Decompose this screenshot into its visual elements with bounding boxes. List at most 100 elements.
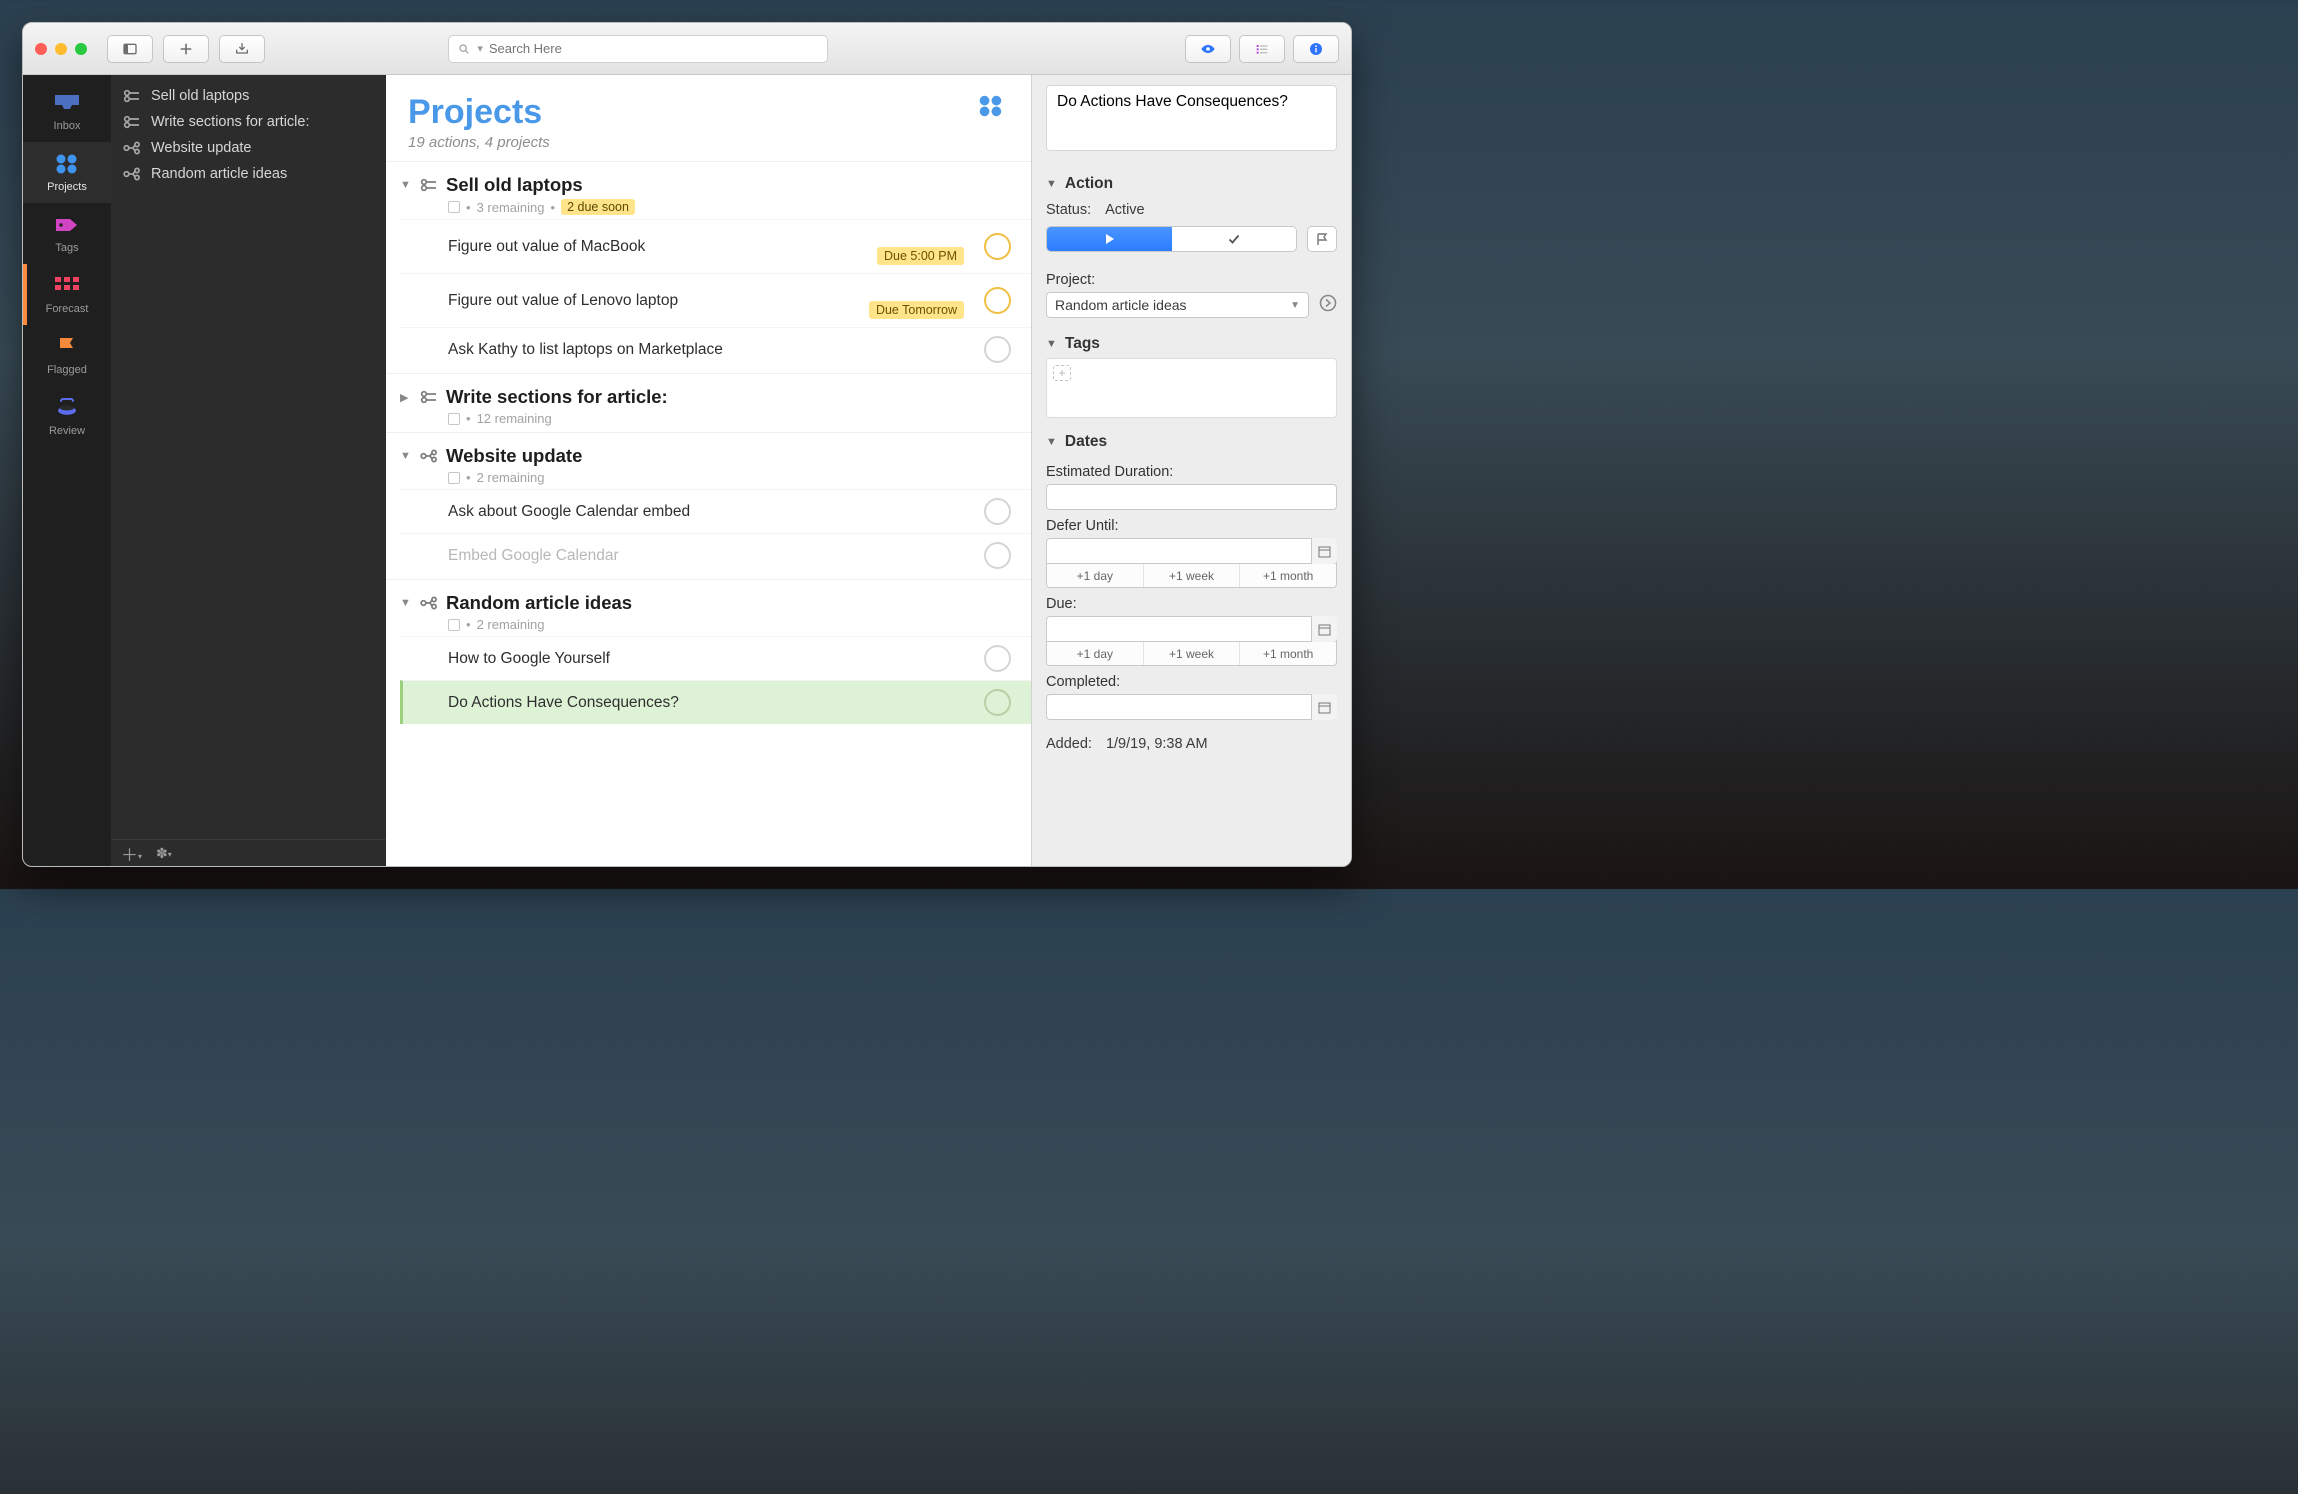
due-date-field[interactable] [1046,616,1337,642]
view-button[interactable] [1185,35,1231,63]
group-header[interactable]: ▶ Write sections for article: [400,382,1031,408]
search-field[interactable]: ▾ [448,35,828,63]
due-plus-1-month[interactable]: +1 month [1239,642,1336,665]
toggle-sidebar-button[interactable] [107,35,153,63]
disclosure-triangle-icon[interactable]: ▼ [400,450,412,462]
group-header[interactable]: ▼ Random article ideas [400,588,1031,614]
project-group: ▼ Random article ideas • 2 remaining How… [386,579,1031,726]
defer-plus-1-day[interactable]: +1 day [1047,564,1143,587]
section-tags[interactable]: ▼Tags [1046,330,1337,358]
nav-label: Review [23,425,111,437]
sidebar-project-row[interactable]: Website update [111,135,386,161]
sidebar-project-row[interactable]: Random article ideas [111,161,386,187]
outline[interactable]: ▼ Sell old laptops • 3 remaining • 2 due… [386,161,1031,866]
note-icon[interactable] [448,201,460,213]
quick-entry-button[interactable] [219,35,265,63]
chevron-down-icon: ▼ [1046,178,1057,190]
status-circle[interactable] [984,287,1011,314]
task-row[interactable]: Figure out value of MacBook Due 5:00 PM [400,219,1031,273]
nav-tags[interactable]: Tags [23,203,111,264]
minimize-window-button[interactable] [55,43,67,55]
status-active-button[interactable] [1047,227,1172,251]
nav-label: Inbox [23,120,111,132]
search-dropdown-icon[interactable]: ▾ [477,42,483,55]
info-icon [1308,41,1324,57]
check-icon [1227,232,1241,246]
added-label: Added: [1046,736,1092,752]
projects-icon [23,153,111,175]
add-menu-button[interactable]: ＋▾ [121,841,142,866]
defer-plus-1-week[interactable]: +1 week [1143,564,1240,587]
calendar-button[interactable] [1311,694,1337,720]
task-row[interactable]: How to Google Yourself [400,636,1031,680]
flag-button[interactable] [1307,226,1337,252]
group-header[interactable]: ▼ Sell old laptops [400,170,1031,196]
status-circle[interactable] [984,336,1011,363]
task-row[interactable]: Ask Kathy to list laptops on Marketplace [400,327,1031,371]
status-circle[interactable] [984,645,1011,672]
add-tag-button[interactable]: + [1053,365,1071,381]
action-menu-button[interactable]: ✽▾ [156,845,172,862]
note-icon[interactable] [448,413,460,425]
sidebar-project-label: Write sections for article: [151,114,309,130]
task-row-selected[interactable]: Do Actions Have Consequences? [400,680,1031,724]
tags-field[interactable]: + [1046,358,1337,418]
main-header: Projects 19 actions, 4 projects [386,75,1031,161]
search-input[interactable] [489,41,819,56]
zoom-window-button[interactable] [75,43,87,55]
nav-flagged[interactable]: Flagged [23,325,111,386]
forecast-icon [23,275,111,297]
sidebar-project-label: Sell old laptops [151,88,249,104]
section-action[interactable]: ▼Action [1046,170,1337,198]
completed-date-field[interactable] [1046,694,1337,720]
group-meta: • 3 remaining • 2 due soon [400,199,1031,215]
due-quick-buttons: +1 day +1 week +1 month [1046,642,1337,666]
estimated-label: Estimated Duration: [1046,456,1337,484]
estimated-duration-field[interactable] [1046,484,1337,510]
task-row[interactable]: Embed Google Calendar [400,533,1031,577]
calendar-button[interactable] [1311,538,1337,564]
added-value: 1/9/19, 9:38 AM [1106,736,1208,752]
remaining-count: 3 remaining [477,200,545,215]
sidebar-project-row[interactable]: Sell old laptops [111,83,386,109]
nav-inbox[interactable]: Inbox [23,81,111,142]
list-view-button[interactable] [1239,35,1285,63]
due-plus-1-day[interactable]: +1 day [1047,642,1143,665]
defer-plus-1-month[interactable]: +1 month [1239,564,1336,587]
calendar-button[interactable] [1311,616,1337,642]
group-header[interactable]: ▼ Website update [400,441,1031,467]
new-item-button[interactable] [163,35,209,63]
task-row[interactable]: Ask about Google Calendar embed [400,489,1031,533]
close-window-button[interactable] [35,43,47,55]
inspector-button[interactable] [1293,35,1339,63]
status-circle[interactable] [984,689,1011,716]
toolbar-right [1185,35,1339,63]
plus-icon [178,41,194,57]
item-title-field[interactable] [1046,85,1337,151]
note-icon[interactable] [448,619,460,631]
chevron-down-icon: ▼ [1046,436,1057,448]
due-plus-1-week[interactable]: +1 week [1143,642,1240,665]
status-circle[interactable] [984,542,1011,569]
status-circle[interactable] [984,233,1011,260]
disclosure-triangle-icon[interactable]: ▶ [400,391,412,404]
nav-forecast[interactable]: Forecast [23,264,111,325]
project-select[interactable]: Random article ideas ▼ [1046,292,1309,318]
defer-quick-buttons: +1 day +1 week +1 month [1046,564,1337,588]
sidebar-project-row[interactable]: Write sections for article: [111,109,386,135]
goto-project-button[interactable] [1319,294,1337,317]
nav-label: Flagged [23,364,111,376]
task-row[interactable]: Figure out value of Lenovo laptop Due To… [400,273,1031,327]
disclosure-triangle-icon[interactable]: ▼ [400,597,412,609]
nav-projects[interactable]: Projects [23,142,111,203]
status-completed-button[interactable] [1172,227,1297,251]
due-badge: Due 5:00 PM [877,247,964,265]
defer-label: Defer Until: [1046,510,1337,538]
status-circle[interactable] [984,498,1011,525]
app-window: ▾ Inbox Projects [22,22,1352,867]
note-icon[interactable] [448,472,460,484]
disclosure-triangle-icon[interactable]: ▼ [400,179,412,191]
nav-review[interactable]: Review [23,386,111,447]
defer-date-field[interactable] [1046,538,1337,564]
section-dates[interactable]: ▼Dates [1046,428,1337,456]
